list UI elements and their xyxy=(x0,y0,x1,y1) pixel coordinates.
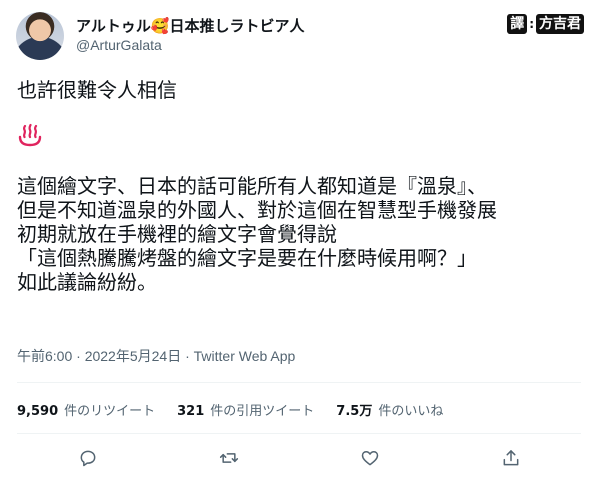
hot-springs-icon xyxy=(17,122,43,148)
divider xyxy=(17,382,581,383)
translator-stamp-left: 譯 xyxy=(507,14,528,34)
retweets-label: 件のリツイート xyxy=(64,404,156,419)
retweets-count: 9,590 xyxy=(17,404,59,419)
share-button[interactable] xyxy=(499,446,523,470)
divider xyxy=(17,433,581,434)
quotes-count: 321 xyxy=(177,404,205,419)
reply-icon xyxy=(80,450,96,467)
author-handle[interactable]: @ArturGalata xyxy=(76,37,162,53)
likes-stat[interactable]: 7.5万 件のいいね xyxy=(336,400,443,419)
tweet-source[interactable]: Twitter Web App xyxy=(194,348,296,364)
tweet-actions xyxy=(0,446,598,472)
quotes-stat[interactable]: 321 件の引用ツイート xyxy=(177,400,314,419)
tweet-line: 初期就放在手機裡的繪文字會覺得說 xyxy=(17,222,337,246)
tweet-text: 也許很難令人相信 這個繪文字、日本的話可能所有人都知道是『溫泉』、 但是不知道溫… xyxy=(17,78,587,294)
quotes-label: 件の引用ツイート xyxy=(210,404,315,419)
tweet-line: 如此議論紛紛。 xyxy=(17,270,157,294)
likes-count: 7.5万 xyxy=(336,404,373,419)
share-icon xyxy=(503,450,519,466)
tweet-meta: 午前6:00 · 2022年5月24日 · Twitter Web App xyxy=(17,346,295,366)
retweet-icon xyxy=(219,453,239,463)
tweet-timestamp[interactable]: 午前6:00 · 2022年5月24日 · xyxy=(17,348,194,364)
like-icon xyxy=(361,451,379,466)
tweet-line: 「這個熱騰騰烤盤的繪文字是要在什麼時候用啊？」 xyxy=(17,246,477,270)
translator-stamp-right: 方吉君 xyxy=(536,14,584,34)
author-display-name[interactable]: アルトゥル🥰日本推しラトビア人 xyxy=(76,15,305,36)
retweet-button[interactable] xyxy=(217,446,241,470)
like-button[interactable] xyxy=(358,446,382,470)
retweets-stat[interactable]: 9,590 件のリツイート xyxy=(17,400,155,419)
tweet-line: 但是不知道溫泉的外國人、對於這個在智慧型手機發展 xyxy=(17,198,497,222)
tweet-line: 也許很難令人相信 xyxy=(17,78,177,102)
translator-stamp: 譯 : 方吉君 xyxy=(507,14,584,34)
tweet-line: 這個繪文字、日本的話可能所有人都知道是『溫泉』、 xyxy=(17,174,487,198)
reply-button[interactable] xyxy=(76,446,100,470)
avatar[interactable] xyxy=(16,12,64,60)
translator-stamp-separator: : xyxy=(529,17,534,31)
likes-label: 件のいいね xyxy=(378,404,444,419)
tweet-stats: 9,590 件のリツイート 321 件の引用ツイート 7.5万 件のいいね xyxy=(17,400,443,419)
